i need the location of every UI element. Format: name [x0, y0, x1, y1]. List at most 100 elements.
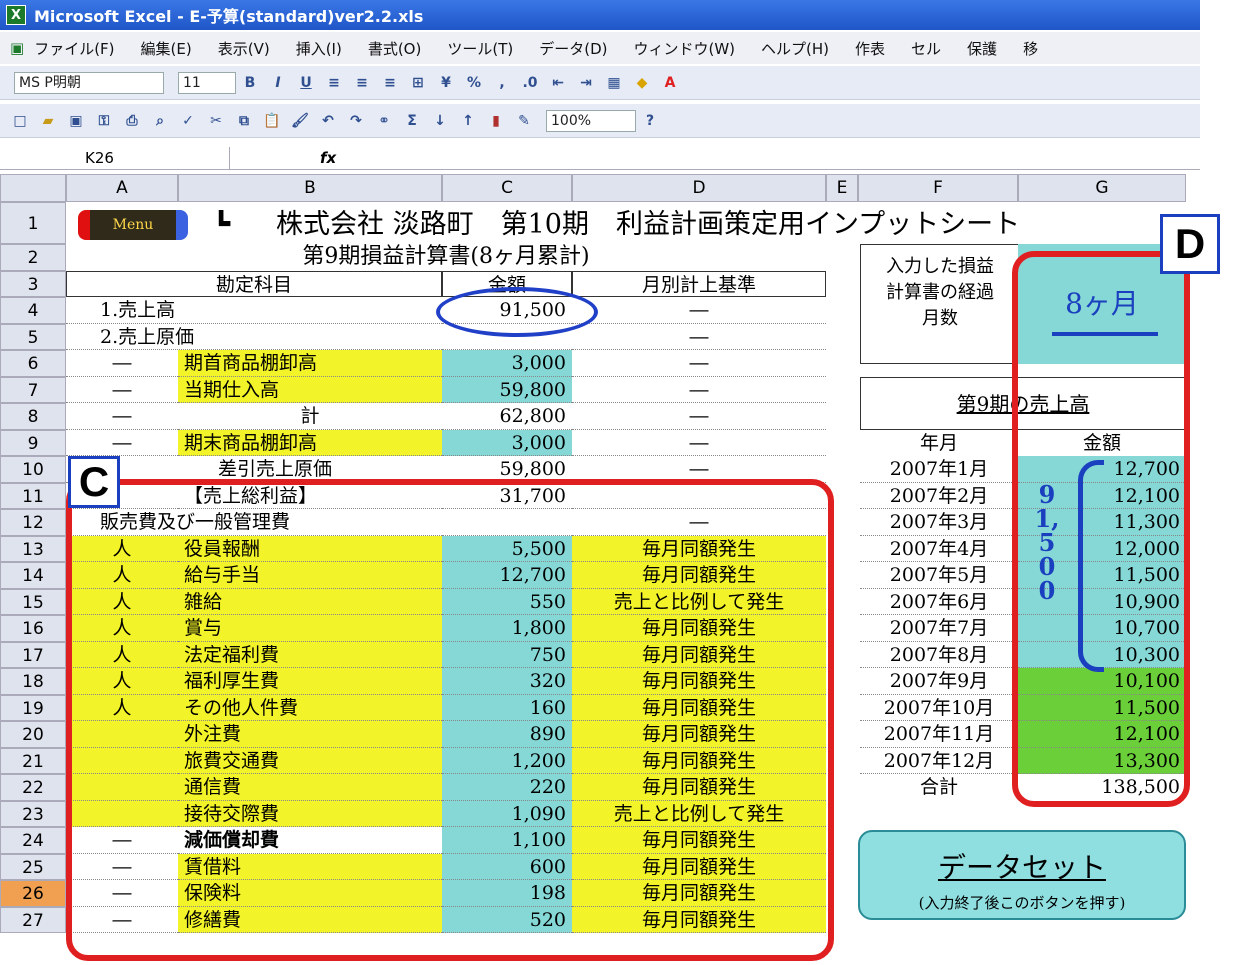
menu-item[interactable]: ヘルプ(H): [761, 38, 829, 59]
row-header[interactable]: 4: [0, 297, 66, 324]
zoom-select[interactable]: 100%: [546, 109, 636, 132]
cut-icon[interactable]: ✂: [205, 111, 227, 131]
font-color-icon[interactable]: A: [659, 73, 681, 93]
row-header[interactable]: 26: [0, 880, 66, 907]
row-header[interactable]: 5: [0, 323, 66, 350]
menu-item[interactable]: セル: [911, 38, 941, 59]
row-header[interactable]: 21: [0, 747, 66, 774]
currency-icon[interactable]: ¥: [435, 73, 457, 93]
italic-icon[interactable]: I: [267, 73, 289, 93]
menu-item[interactable]: ファイル(F): [34, 38, 114, 59]
row-header[interactable]: 3: [0, 270, 66, 297]
comma-icon[interactable]: ,: [491, 73, 513, 93]
format-painter-icon[interactable]: 🖌: [289, 111, 311, 131]
cell-d[interactable]: ―: [572, 350, 826, 377]
cell-b[interactable]: 当期仕入高: [178, 376, 442, 403]
undo-icon[interactable]: ↶: [317, 111, 339, 131]
row-header[interactable]: 13: [0, 535, 66, 562]
column-header[interactable]: C: [442, 174, 572, 202]
spelling-icon[interactable]: ✓: [177, 111, 199, 131]
row-header[interactable]: 2: [0, 244, 66, 271]
doc-icon[interactable]: ▣: [10, 39, 24, 57]
menu-item[interactable]: 挿入(I): [296, 38, 342, 59]
borders-icon[interactable]: ▦: [603, 73, 625, 93]
row-header[interactable]: 19: [0, 694, 66, 721]
row-header[interactable]: 12: [0, 509, 66, 536]
bold-icon[interactable]: B: [239, 73, 261, 93]
cell-b[interactable]: 期末商品棚卸高: [178, 429, 442, 456]
row-header[interactable]: 6: [0, 350, 66, 377]
redo-icon[interactable]: ↷: [345, 111, 367, 131]
column-header[interactable]: B: [178, 174, 442, 202]
outdent-icon[interactable]: ⇥: [575, 73, 597, 93]
print-icon[interactable]: ⎙: [121, 111, 143, 131]
preview-icon[interactable]: ⌕: [149, 111, 171, 131]
copy-icon[interactable]: ⧉: [233, 111, 255, 131]
help-icon[interactable]: ?: [639, 111, 661, 131]
menu-item[interactable]: 表示(V): [218, 38, 270, 59]
hyperlink-icon[interactable]: ⚭: [373, 111, 395, 131]
row-header[interactable]: 23: [0, 800, 66, 827]
decimal-icon[interactable]: .0: [519, 73, 541, 93]
row-header[interactable]: 1: [0, 202, 66, 244]
cell-c[interactable]: 59,800: [442, 376, 572, 403]
cell-c[interactable]: 3,000: [442, 350, 572, 377]
column-header[interactable]: E: [826, 174, 858, 202]
fill-color-icon[interactable]: ◆: [631, 73, 653, 93]
cell-d[interactable]: ―: [572, 403, 826, 430]
cell-a[interactable]: ―: [66, 350, 178, 377]
row-header[interactable]: 8: [0, 403, 66, 430]
column-header[interactable]: F: [858, 174, 1018, 202]
cell-d[interactable]: ―: [572, 377, 826, 403]
paste-icon[interactable]: 📋: [261, 111, 283, 131]
cell-d[interactable]: ―: [572, 324, 826, 350]
menu-item[interactable]: 編集(E): [141, 38, 192, 59]
row-header[interactable]: 22: [0, 774, 66, 801]
sort-desc-icon[interactable]: ↑: [457, 111, 479, 131]
cell-b[interactable]: 2.売上原価: [66, 324, 442, 350]
column-header[interactable]: D: [572, 174, 826, 202]
row-header[interactable]: 27: [0, 906, 66, 933]
font-select[interactable]: MS P明朝: [14, 71, 164, 94]
worksheet-grid[interactable]: A B C D E F G 1 2 3 4 5 6 7 8 9 10 11 12 13 14 15 16 17 18 19 20 21…: [0, 174, 1220, 965]
drawing-icon[interactable]: ✎: [513, 111, 535, 131]
save-icon[interactable]: ▣: [65, 111, 87, 131]
align-right-icon[interactable]: ≡: [379, 73, 401, 93]
cell-c[interactable]: 3,000: [442, 429, 572, 456]
new-icon[interactable]: □: [9, 111, 31, 131]
menu-item[interactable]: 書式(O): [368, 38, 422, 59]
chart-icon[interactable]: ▮: [485, 111, 507, 131]
row-header[interactable]: 18: [0, 668, 66, 695]
menu-item[interactable]: 移: [1023, 38, 1038, 59]
cell-b[interactable]: 計: [178, 403, 442, 430]
autosum-icon[interactable]: Σ: [401, 111, 423, 131]
sort-asc-icon[interactable]: ↓: [429, 111, 451, 131]
font-size-select[interactable]: 11: [178, 71, 236, 94]
open-icon[interactable]: ▰: [37, 111, 59, 131]
row-header[interactable]: 15: [0, 588, 66, 615]
cell-a[interactable]: ―: [66, 430, 178, 456]
align-left-icon[interactable]: ≡: [323, 73, 345, 93]
name-box[interactable]: K26: [0, 146, 230, 169]
row-header[interactable]: 11: [0, 482, 66, 509]
menu-item[interactable]: 作表: [855, 38, 885, 59]
indent-icon[interactable]: ⇤: [547, 73, 569, 93]
row-header[interactable]: 17: [0, 641, 66, 668]
row-header[interactable]: 14: [0, 562, 66, 589]
row-header[interactable]: 20: [0, 721, 66, 748]
data-set-button[interactable]: データセット (入力終了後このボタンを押す): [858, 830, 1186, 920]
align-center-icon[interactable]: ≡: [351, 73, 373, 93]
cell-a[interactable]: ―: [66, 403, 178, 430]
cell-d[interactable]: ―: [572, 430, 826, 456]
cell-d[interactable]: ―: [572, 297, 826, 324]
menu-item[interactable]: ツール(T): [447, 38, 513, 59]
row-header[interactable]: 25: [0, 853, 66, 880]
cell-b[interactable]: 期首商品棚卸高: [178, 350, 442, 377]
menu-item[interactable]: データ(D): [539, 38, 607, 59]
fx-icon[interactable]: fx: [320, 149, 336, 167]
row-header[interactable]: 16: [0, 615, 66, 642]
permission-icon[interactable]: ⚿: [93, 111, 115, 131]
row-header[interactable]: 10: [0, 456, 66, 483]
row-header[interactable]: 9: [0, 429, 66, 456]
menu-button[interactable]: Menu: [78, 210, 188, 240]
